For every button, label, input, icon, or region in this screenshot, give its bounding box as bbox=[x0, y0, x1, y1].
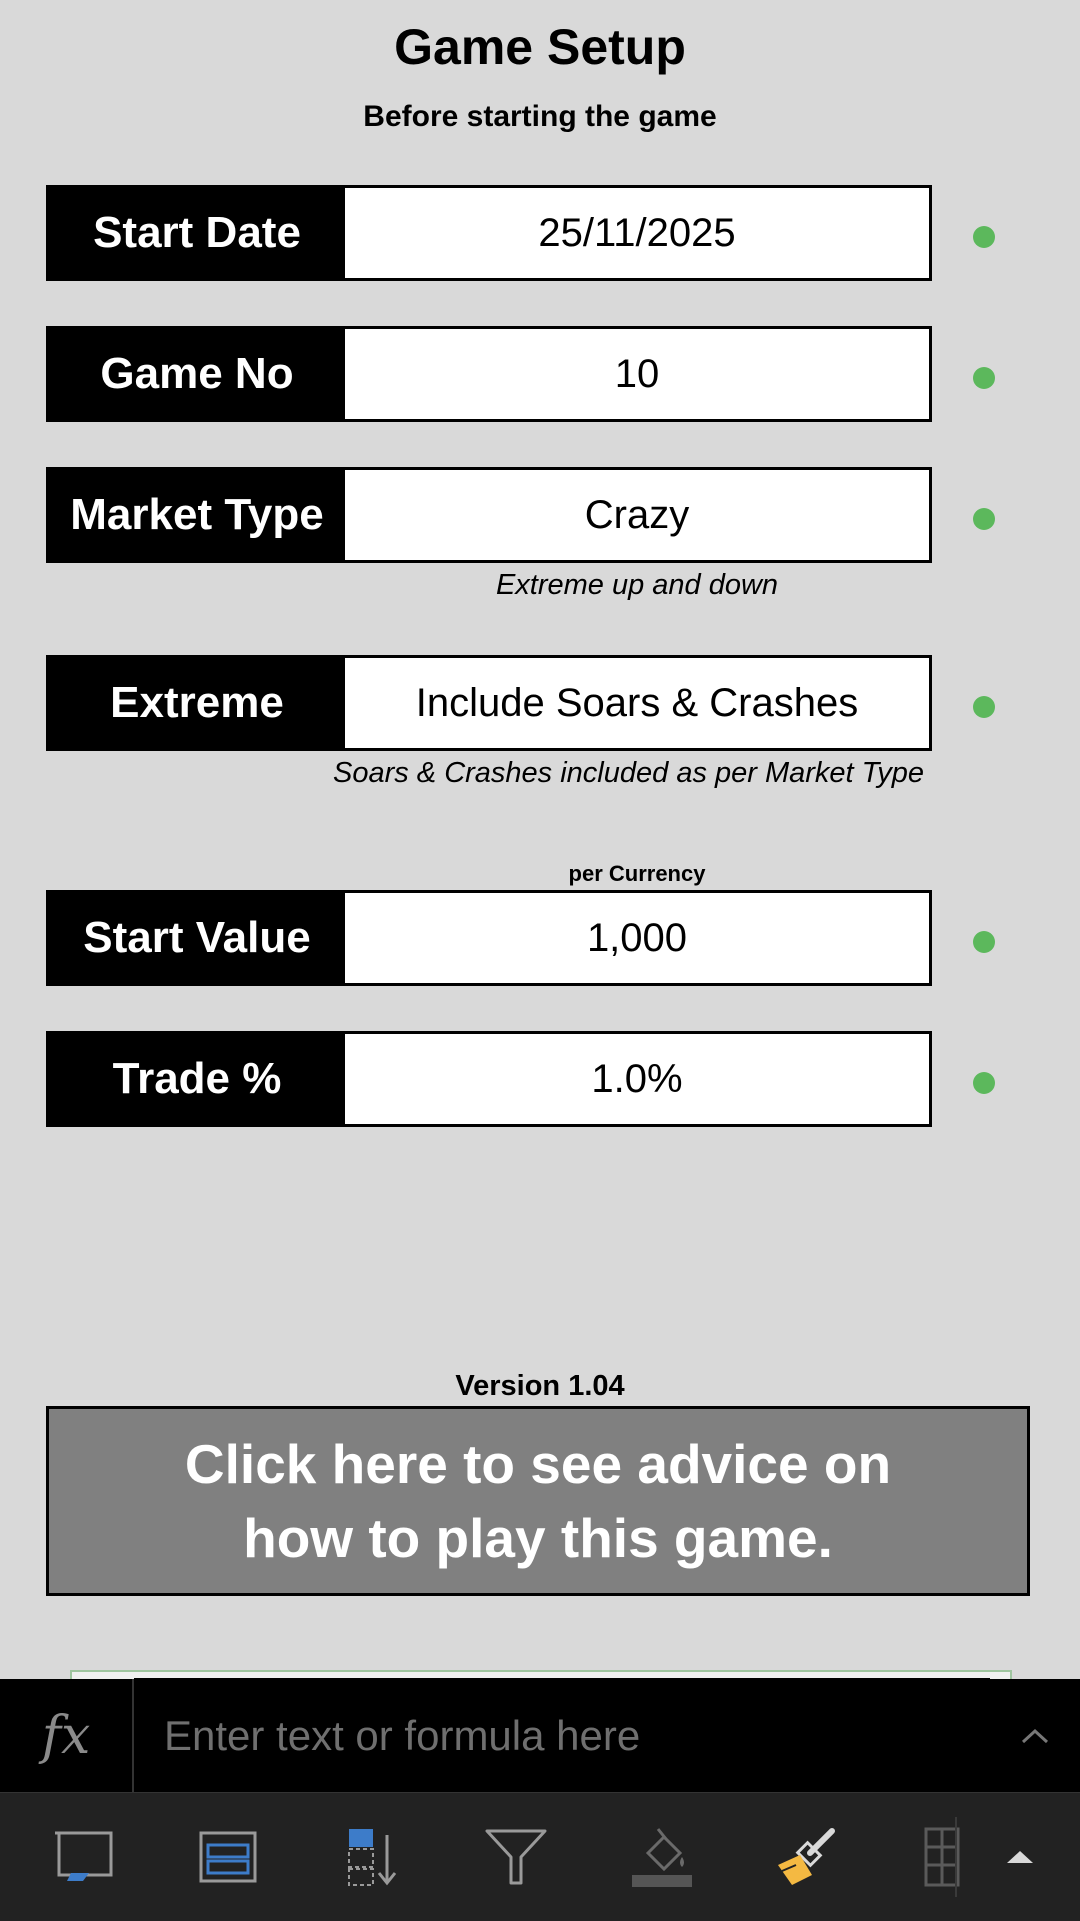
start-date-cell[interactable]: 25/11/2025 bbox=[345, 188, 929, 278]
market-type-cell[interactable]: Crazy bbox=[345, 470, 929, 560]
advice-button[interactable]: Click here to see advice on how to play … bbox=[46, 1406, 1030, 1596]
advice-button-label: Click here to see advice on how to play … bbox=[184, 1433, 892, 1569]
formula-input[interactable] bbox=[134, 1678, 990, 1793]
start-date-label: Start Date bbox=[49, 188, 345, 278]
start-value-cell[interactable]: 1,000 bbox=[345, 893, 929, 983]
filter-icon[interactable] bbox=[476, 1821, 556, 1893]
game-no-row: Game No 10 bbox=[46, 326, 932, 422]
extreme-row: Extreme Include Soars & Crashes bbox=[46, 655, 932, 751]
chevron-up-icon[interactable] bbox=[990, 1679, 1080, 1792]
trade-percent-row: Trade % 1.0% bbox=[46, 1031, 932, 1127]
market-type-label: Market Type bbox=[49, 470, 345, 560]
market-type-note: Extreme up and down bbox=[495, 569, 779, 601]
format-painter-icon[interactable] bbox=[768, 1821, 848, 1893]
page-subtitle: Before starting the game bbox=[363, 100, 717, 133]
start-value-label: Start Value bbox=[49, 893, 345, 983]
start-date-status-dot bbox=[973, 226, 995, 248]
start-value-status-dot bbox=[973, 931, 995, 953]
page-title: Game Setup bbox=[394, 19, 686, 75]
market-type-row: Market Type Crazy bbox=[46, 467, 932, 563]
game-no-cell[interactable]: 10 bbox=[345, 329, 929, 419]
trade-percent-cell[interactable]: 1.0% bbox=[345, 1034, 929, 1124]
version-label: Version 1.04 bbox=[455, 1370, 625, 1402]
fx-icon[interactable]: fx bbox=[0, 1679, 134, 1792]
game-no-label: Game No bbox=[49, 329, 345, 419]
start-value-caption: per Currency bbox=[568, 861, 706, 886]
extreme-label: Extreme bbox=[49, 658, 345, 748]
extreme-status-dot bbox=[973, 696, 995, 718]
start-value-row: Start Value 1,000 bbox=[46, 890, 932, 986]
toolbar-divider bbox=[955, 1817, 957, 1897]
spreadsheet-area[interactable]: Game Setup Before starting the game Star… bbox=[0, 0, 1080, 1679]
bottom-toolbar bbox=[0, 1792, 1080, 1921]
start-date-row: Start Date 25/11/2025 bbox=[46, 185, 932, 281]
freeze-panes-icon[interactable] bbox=[44, 1821, 124, 1893]
freeze-rows-icon[interactable] bbox=[188, 1821, 268, 1893]
expand-up-icon[interactable] bbox=[980, 1821, 1060, 1893]
formula-bar: fx bbox=[0, 1678, 1080, 1793]
market-type-status-dot bbox=[973, 508, 995, 530]
game-no-status-dot bbox=[973, 367, 995, 389]
extreme-cell[interactable]: Include Soars & Crashes bbox=[345, 658, 929, 748]
trade-percent-label: Trade % bbox=[49, 1034, 345, 1124]
sort-icon[interactable] bbox=[330, 1821, 410, 1893]
extreme-note: Soars & Crashes included as per Market T… bbox=[332, 757, 924, 789]
fill-color-icon[interactable] bbox=[622, 1821, 702, 1893]
trade-percent-status-dot bbox=[973, 1072, 995, 1094]
